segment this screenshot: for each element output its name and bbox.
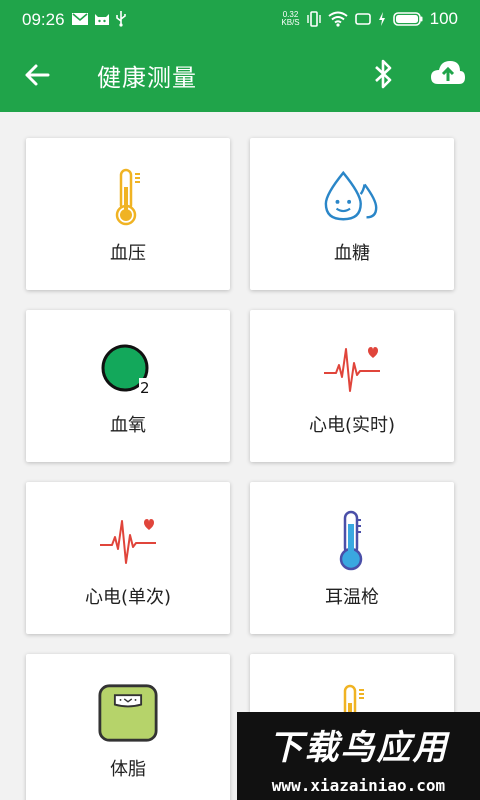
page-title: 健康测量 [97, 64, 197, 92]
card-ear-thermometer[interactable]: 耳温枪 [250, 482, 454, 634]
net-speed-unit: KB/S [281, 18, 300, 27]
watermark-url: www.xiazainiao.com [271, 776, 446, 795]
system-icons: 0.32 KB/S 100 [281, 9, 458, 29]
ecg-heart-icon [322, 338, 382, 400]
usb-icon [116, 11, 126, 27]
card-label: 血糖 [334, 243, 370, 264]
battery-level: 100 [429, 9, 458, 28]
network-speed: 0.32 KB/S [281, 11, 299, 27]
vibrate-icon [306, 11, 321, 27]
thermometer-icon [322, 510, 382, 572]
app-bar: 健康测量 [0, 38, 480, 112]
mail-icon [72, 13, 88, 25]
sim-icon [354, 13, 371, 25]
card-label: 血氧 [110, 415, 146, 436]
wifi-icon [328, 11, 348, 27]
water-drops-icon [322, 166, 382, 228]
card-label: 体脂 [110, 759, 146, 780]
battery-icon [392, 12, 423, 26]
thermometer-icon [98, 166, 158, 228]
card-blood-sugar[interactable]: 血糖 [250, 138, 454, 290]
bluetooth-icon[interactable] [370, 58, 396, 90]
ecg-heart-icon [98, 510, 158, 572]
card-ecg-single[interactable]: 心电(单次) [26, 482, 230, 634]
status-bar: 09:26 0.32 KB/S 100 [0, 0, 480, 38]
o2-icon: 2 [98, 338, 158, 400]
card-body-fat[interactable]: 体脂 [26, 654, 230, 800]
card-label: 血压 [110, 243, 146, 264]
card-ecg-realtime[interactable]: 心电(实时) [250, 310, 454, 462]
card-blood-pressure[interactable]: 血压 [26, 138, 230, 290]
cloud-upload-icon[interactable] [430, 58, 466, 88]
charging-icon [378, 12, 385, 26]
card-label: 心电(实时) [308, 415, 396, 436]
notification-icons [72, 11, 126, 27]
arrow-back-icon[interactable] [22, 60, 52, 90]
svg-text:2: 2 [140, 379, 150, 397]
watermark-title: 下载鸟应用 [268, 728, 449, 768]
card-label: 心电(单次) [84, 587, 172, 608]
cat-icon [95, 14, 109, 25]
scale-icon [98, 682, 158, 744]
status-time: 09:26 [22, 10, 65, 29]
card-blood-oxygen[interactable]: 2 血氧 [26, 310, 230, 462]
card-label: 耳温枪 [325, 587, 379, 608]
watermark: 下载鸟应用 www.xiazainiao.com [237, 712, 480, 800]
